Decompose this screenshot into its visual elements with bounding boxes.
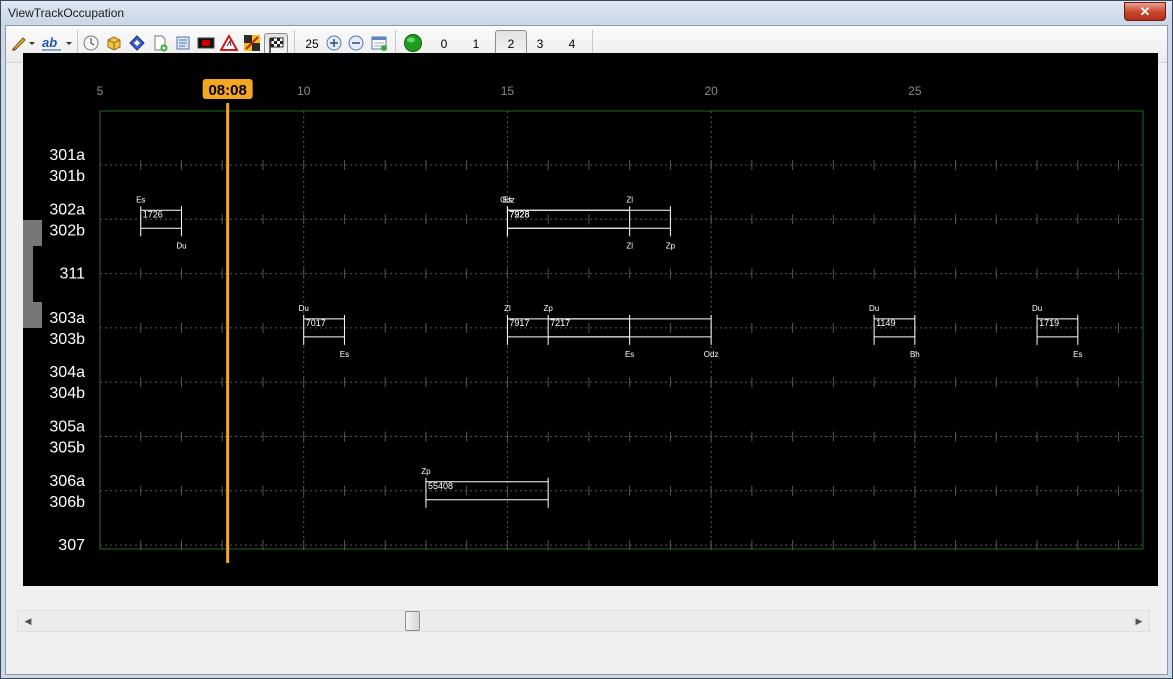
checkered-flag-button[interactable] xyxy=(264,33,288,55)
train-number-label: 1719 xyxy=(1039,318,1059,328)
new-page-icon[interactable] xyxy=(151,34,169,52)
horizontal-scrollbar[interactable]: ◀ ▶ xyxy=(17,610,1150,632)
scroll-left-arrow[interactable]: ◀ xyxy=(18,611,38,631)
pencil-icon[interactable] xyxy=(10,34,28,52)
station-code-label: Zl xyxy=(626,195,633,204)
track-label: 302a xyxy=(49,201,85,218)
track-label: 303a xyxy=(49,310,85,327)
warning-icon[interactable] xyxy=(219,33,239,52)
track-label: 301a xyxy=(49,147,85,164)
time-tick-label: 5 xyxy=(97,84,104,98)
station-code-label: Zl xyxy=(504,304,511,313)
track-label: 305b xyxy=(49,440,85,457)
row-handle-top[interactable] xyxy=(23,220,42,246)
station-code-label: Odz xyxy=(704,350,719,359)
track-label: 311 xyxy=(59,266,85,283)
level-4-button[interactable]: 4 xyxy=(560,33,584,55)
zoom-out-icon[interactable] xyxy=(347,34,365,52)
current-time-label: 08:08 xyxy=(208,82,246,99)
station-code-label: Es xyxy=(625,350,634,359)
plot-border xyxy=(99,110,1144,550)
time-tick-label: 10 xyxy=(297,84,311,98)
track-label: 306a xyxy=(49,473,85,490)
diamond-icon[interactable] xyxy=(128,34,146,52)
station-code-label: Zp xyxy=(543,304,553,313)
time-tick-label: 15 xyxy=(501,84,515,98)
close-button[interactable]: ✕ xyxy=(1124,2,1166,21)
track-label: 307 xyxy=(58,537,85,554)
track-label: 304a xyxy=(49,364,85,381)
track-label: 301b xyxy=(49,168,85,185)
chart-canvas: 5 10 15 20 25 301a 301b 302a 302b 311 303a 303b 304a… xyxy=(49,79,1144,563)
train-number-label: 7217 xyxy=(550,318,570,328)
station-code-label: Du xyxy=(299,304,309,313)
status-green-icon[interactable] xyxy=(403,33,423,53)
row-handle-bottom[interactable] xyxy=(23,302,42,328)
occupation-7928: 7928 Odz Zl xyxy=(500,195,633,250)
train-number-label: 55408 xyxy=(428,481,453,491)
station-code-label: Du xyxy=(1032,304,1042,313)
app-window: ViewTrackOccupation ✕ ab 25 0 1 2 3 4 5 … xyxy=(0,0,1173,679)
time-tick-label: 20 xyxy=(704,84,718,98)
station-code-label: Zp xyxy=(421,467,431,476)
level-0-button[interactable]: 0 xyxy=(432,33,456,55)
occupation-1726: 1726 Es Du xyxy=(136,195,187,250)
svg-text:ab: ab xyxy=(42,35,57,50)
station-code-label: Odz xyxy=(500,195,515,204)
package-icon[interactable] xyxy=(105,34,123,52)
time-tick-label: 25 xyxy=(908,84,922,98)
title-bar[interactable]: ViewTrackOccupation ✕ xyxy=(1,1,1172,25)
occupation-55408: 55408 Zp xyxy=(421,467,549,508)
text-ab-icon[interactable]: ab xyxy=(41,34,65,52)
occupation-1719: 1719 Du Es xyxy=(1032,304,1083,359)
track-label: 304b xyxy=(49,385,85,402)
chevron-down-icon[interactable] xyxy=(28,34,36,52)
clock-icon[interactable] xyxy=(82,34,100,52)
train-number-label: 1149 xyxy=(876,318,895,328)
station-code-label: Bh xyxy=(910,350,920,359)
occupation-7017: 7017 Du Es xyxy=(299,304,350,359)
station-code-label: Zl xyxy=(626,241,633,250)
occupation-1149: 1149 Du Bh xyxy=(869,304,920,359)
scroll-right-arrow[interactable]: ▶ xyxy=(1129,611,1149,631)
track-occupation-chart[interactable]: 5 10 15 20 25 301a 301b 302a 302b 311 303a 303b 304a… xyxy=(23,53,1158,586)
record-icon[interactable] xyxy=(197,34,215,52)
level-3-button[interactable]: 3 xyxy=(528,33,552,55)
zoom-in-icon[interactable] xyxy=(325,34,343,52)
scroll-icon[interactable] xyxy=(174,34,192,52)
track-label: 306b xyxy=(49,494,85,511)
station-code-label: Du xyxy=(869,304,879,313)
station-code-label: Es xyxy=(136,195,145,204)
station-code-label: Du xyxy=(176,241,186,250)
track-label: 302b xyxy=(49,222,85,239)
scroll-thumb[interactable] xyxy=(405,611,420,631)
occupation-7917: 7917 Zl Es xyxy=(504,304,634,359)
grid-icon[interactable] xyxy=(243,34,261,52)
train-number-label: 1726 xyxy=(143,209,163,219)
train-number-label: 7917 xyxy=(509,318,529,328)
train-number-label: 7017 xyxy=(306,318,326,328)
chevron-down-icon[interactable] xyxy=(65,34,73,52)
station-code-label: Zp xyxy=(666,241,676,250)
track-label: 303b xyxy=(49,331,85,348)
track-label: 305a xyxy=(49,419,85,436)
level-1-button[interactable]: 1 xyxy=(464,33,488,55)
window-title: ViewTrackOccupation xyxy=(8,6,125,20)
zoom-value: 25 xyxy=(305,37,319,51)
checkered-flag-icon xyxy=(269,37,284,53)
station-code-label: Es xyxy=(1073,350,1082,359)
train-number-label: 7928 xyxy=(509,209,529,219)
table-refresh-icon[interactable] xyxy=(370,34,388,52)
row-handle-body[interactable] xyxy=(23,246,33,302)
station-code-label: Es xyxy=(340,350,349,359)
